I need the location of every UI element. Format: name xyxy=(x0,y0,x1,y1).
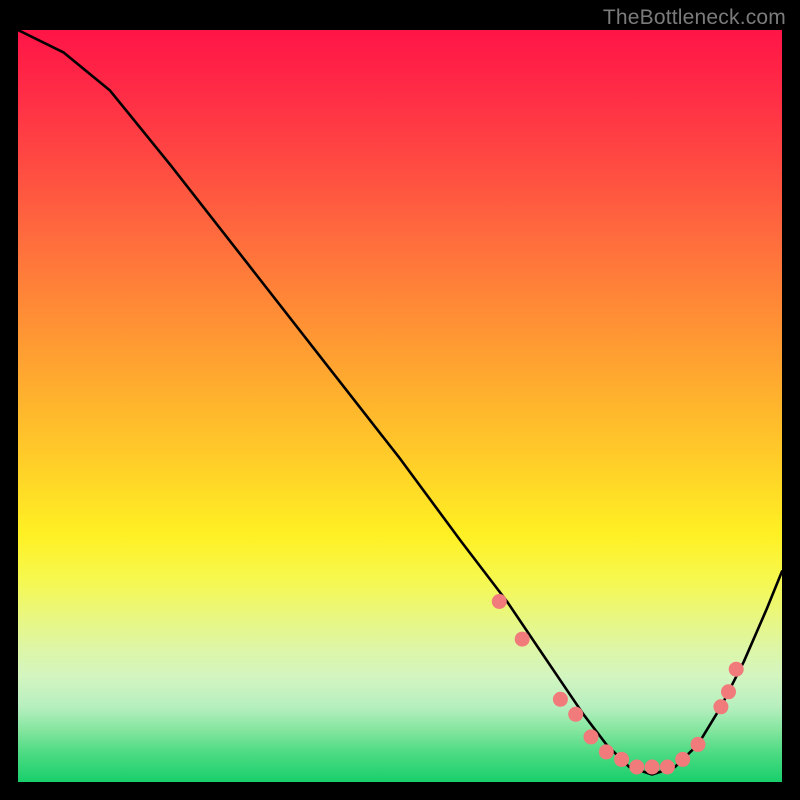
bottleneck-curve xyxy=(18,30,782,775)
highlighted-points xyxy=(492,594,744,775)
marker-point xyxy=(599,744,614,759)
chart-stage: TheBottleneck.com xyxy=(0,0,800,800)
marker-point xyxy=(713,699,728,714)
chart-svg xyxy=(18,30,782,782)
plot-area xyxy=(18,30,782,782)
marker-point xyxy=(729,662,744,677)
marker-point xyxy=(691,737,706,752)
marker-point xyxy=(675,752,690,767)
watermark-text: TheBottleneck.com xyxy=(603,6,786,30)
marker-point xyxy=(568,707,583,722)
marker-point xyxy=(660,760,675,775)
marker-point xyxy=(721,684,736,699)
marker-point xyxy=(492,594,507,609)
marker-point xyxy=(584,729,599,744)
marker-point xyxy=(629,760,644,775)
marker-point xyxy=(553,692,568,707)
marker-point xyxy=(614,752,629,767)
marker-point xyxy=(645,760,660,775)
marker-point xyxy=(515,632,530,647)
